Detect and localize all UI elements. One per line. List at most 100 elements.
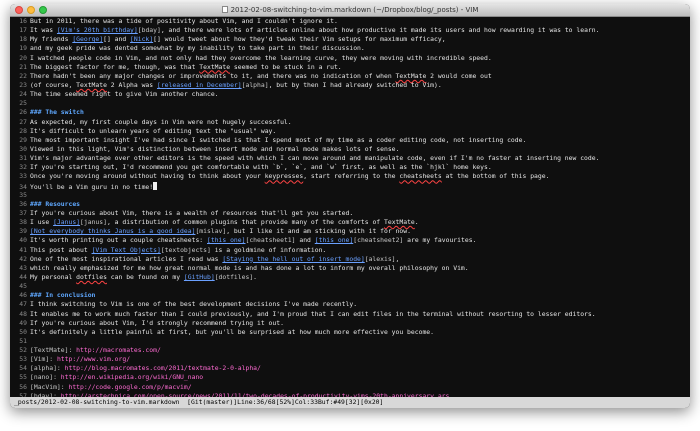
- editor-line[interactable]: 25: [10, 99, 690, 108]
- editor-line[interactable]: 56 [MacVim]: http://code.google.com/p/mac…: [10, 383, 690, 392]
- line-text: It's definitely a little painful at firs…: [30, 327, 434, 336]
- line-number: 17: [19, 26, 27, 35]
- editor-line[interactable]: 26 ### The switch: [10, 108, 690, 117]
- editor-line[interactable]: 27 As expected, my first couple days in V…: [10, 118, 690, 127]
- line-number: 25: [19, 99, 27, 108]
- editor-line[interactable]: 34 You'll be a Vim guru in no time!: [10, 181, 690, 191]
- misspelled-word: TextMate: [395, 71, 427, 80]
- line-number: 47: [19, 300, 27, 309]
- heading-text: ### The switch: [30, 108, 84, 117]
- line-number: 54: [19, 364, 27, 373]
- editor-line[interactable]: 47 I think switching to Vim is one of the…: [10, 300, 690, 309]
- editor-line[interactable]: 48 It enables me to work much faster than…: [10, 310, 690, 319]
- line-text: ,: [395, 254, 400, 263]
- line-text: If you're starting out, I'd recommend yo…: [30, 163, 492, 172]
- line-text: [] would tweet about how they'd tweak th…: [153, 35, 446, 44]
- editor-line[interactable]: 46 ### In conclusion: [10, 291, 690, 300]
- editor-line[interactable]: 33 Once you're moving around without havi…: [10, 172, 690, 181]
- editor-line[interactable]: 23 (of course, TextMate 2 Alpha was [rele…: [10, 81, 690, 90]
- editor-line[interactable]: 54 [alpha]: http://blog.macromates.com/20…: [10, 364, 690, 373]
- editor-line[interactable]: 52 [TextMate]: http://macromates.com/: [10, 346, 690, 355]
- line-text: My friends: [30, 35, 73, 44]
- link-reference: [cheatsheet2]: [353, 236, 404, 245]
- misspelled-word: keypresses: [264, 172, 304, 181]
- line-text: 2 would come out: [426, 71, 492, 80]
- editor-line[interactable]: 20 I watched people code in Vim, and not …: [10, 54, 690, 63]
- line-number: 30: [19, 144, 27, 153]
- line-text: , but I like it and am sticking with it …: [226, 227, 411, 236]
- line-text: , a distribution of common plugins that …: [106, 218, 384, 227]
- line-text: , but by then I had already switched to …: [268, 80, 442, 89]
- line-number: 40: [19, 236, 27, 245]
- editor-line[interactable]: 50 It's definitely a little painful at fi…: [10, 328, 690, 337]
- line-number: 24: [19, 90, 27, 99]
- link-text: [Not everybody thinks Janus is a good id…: [30, 227, 196, 236]
- editor-line[interactable]: 53 [Vim]: http://www.vim.org/: [10, 355, 690, 364]
- link-text: [Staying the hell out of insert mode]: [222, 254, 365, 263]
- editor-line[interactable]: 42 One of the most inspirational articles…: [10, 255, 690, 264]
- editor-line[interactable]: 30 Viewed in this light, Vim's distinctio…: [10, 145, 690, 154]
- line-text: The most important insight I've had sinc…: [30, 135, 527, 144]
- title-bar: 2012-02-08-switching-to-vim.markdown (~/…: [10, 4, 690, 17]
- line-number: 46: [19, 291, 27, 300]
- editor-line[interactable]: 44 My personal dotfiles can be found on m…: [10, 273, 690, 282]
- window-title-text: 2012-02-08-switching-to-vim.markdown (~/…: [230, 6, 479, 14]
- editor-line[interactable]: 36 ### Resources: [10, 200, 690, 209]
- line-text: 2 Alpha was: [106, 80, 157, 89]
- editor-buffer[interactable]: 16 But in 2011, there was a tide of posit…: [10, 17, 690, 397]
- link-text: [Vim's 20th birthday]: [56, 26, 138, 35]
- line-number: 45: [19, 282, 27, 291]
- editor-line[interactable]: 43 which really emphasized for me how gre…: [10, 264, 690, 273]
- editor-line[interactable]: 31 Vim's major advantage over other edito…: [10, 154, 690, 163]
- editor-line[interactable]: 41 This post about [Vim Text Objects][tex…: [10, 246, 690, 255]
- line-text: (of course,: [30, 80, 77, 89]
- editor-line[interactable]: 18 My friends [George][] and [Nick][] wou…: [10, 35, 690, 44]
- reference-label: [TextMate]:: [30, 346, 77, 355]
- line-text: .: [253, 272, 258, 281]
- editor-line[interactable]: 45: [10, 282, 690, 291]
- editor-line[interactable]: 49 If you're curious about Vim, I'd stron…: [10, 319, 690, 328]
- editor-line[interactable]: 32 If you're starting out, I'd recommend …: [10, 163, 690, 172]
- reference-label: [nano]:: [30, 373, 61, 382]
- line-number: 44: [19, 272, 27, 281]
- editor-line[interactable]: 37 If you're curious about Vim, there is …: [10, 209, 690, 218]
- line-text: , start referring to the: [303, 172, 400, 181]
- editor-line[interactable]: 38 I use [Janus][janus], a distribution o…: [10, 218, 690, 227]
- line-text: Vim's major advantage over other editors…: [30, 154, 600, 163]
- reference-label: [MacVim]:: [30, 382, 69, 391]
- editor-line[interactable]: 29 The most important insight I've had si…: [10, 136, 690, 145]
- line-text: One of the most inspirational articles I…: [30, 254, 223, 263]
- line-number: 29: [19, 135, 27, 144]
- editor-line[interactable]: 22 There hadn't been any major changes or…: [10, 72, 690, 81]
- line-number: 38: [19, 218, 27, 227]
- editor-line[interactable]: 28 It's difficult to unlearn years of edi…: [10, 127, 690, 136]
- editor-line[interactable]: 21 The biggest factor for me, though, was…: [10, 63, 690, 72]
- window-title: 2012-02-08-switching-to-vim.markdown (~/…: [10, 4, 690, 16]
- editor-line[interactable]: 35: [10, 191, 690, 200]
- editor-line[interactable]: 51: [10, 337, 690, 346]
- line-text: can be found on my: [106, 272, 184, 281]
- link-reference: [alexis]: [364, 254, 396, 263]
- line-text: which really emphasized for me how great…: [30, 263, 469, 272]
- misspelled-word: TextMate: [384, 218, 415, 227]
- line-text: and: [295, 236, 315, 245]
- line-text: My personal: [30, 272, 77, 281]
- editor-line[interactable]: 55 [nano]: http://en.wikipedia.org/wiki/G…: [10, 373, 690, 382]
- line-number: 27: [19, 117, 27, 126]
- editor-line[interactable]: 24 The time seemed right to give Vim anot…: [10, 90, 690, 99]
- line-text: The time seemed right to give Vim anothe…: [30, 90, 219, 99]
- line-text: are my favourites.: [403, 236, 477, 245]
- editor-line[interactable]: 16 But in 2011, there was a tide of posit…: [10, 17, 690, 26]
- line-number: 31: [19, 154, 27, 163]
- line-text: It's difficult to unlearn years of editi…: [30, 126, 277, 135]
- editor-line[interactable]: 39 [Not everybody thinks Janus is a good …: [10, 227, 690, 236]
- editor-line[interactable]: 40 It's worth printing out a couple cheat…: [10, 236, 690, 245]
- editor-line[interactable]: 17 It was [Vim's 20th birthday][bday], an…: [10, 26, 690, 35]
- line-number: 35: [19, 190, 27, 199]
- editor-line[interactable]: 19 and my geek pride was dented somewhat …: [10, 44, 690, 53]
- text-cursor: [153, 181, 158, 190]
- line-number: 43: [19, 263, 27, 272]
- line-text: It's worth printing out a couple cheatsh…: [30, 236, 207, 245]
- link-text: [Janus]: [53, 218, 81, 227]
- reference-url: http://macromates.com/: [76, 346, 161, 355]
